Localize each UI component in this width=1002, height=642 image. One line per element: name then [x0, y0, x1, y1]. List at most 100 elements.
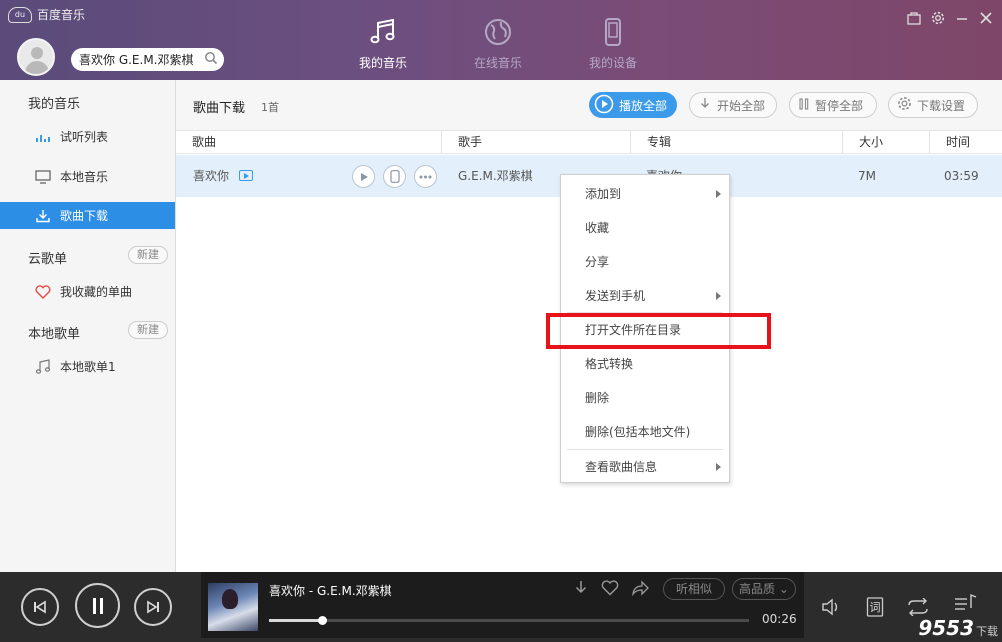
chevron-down-icon: ⌄	[778, 582, 789, 596]
watermark-main: 9553	[918, 616, 974, 640]
elapsed-time: 00:26	[762, 612, 797, 626]
tab-my-music[interactable]: 我的音乐	[343, 16, 423, 71]
phone-device-icon	[598, 16, 628, 48]
heart-icon	[34, 284, 52, 299]
share-icon[interactable]	[631, 580, 649, 599]
column-time[interactable]: 时间	[930, 131, 1002, 153]
start-all-button[interactable]: 开始全部	[689, 92, 777, 118]
volume-icon[interactable]	[819, 594, 845, 620]
quality-button[interactable]: 高品质 ⌄	[732, 578, 796, 600]
new-cloud-playlist-button[interactable]: 新建	[128, 246, 168, 264]
menu-item-send-to-phone[interactable]: 发送到手机	[561, 279, 729, 313]
music-note-icon	[34, 358, 52, 375]
gear-icon[interactable]	[930, 10, 946, 26]
player-bar: 喜欢你 - G.E.M.邓紫棋 听相似 高品质 ⌄ 00:26 词 9553 下载	[0, 572, 1002, 642]
sidebar-item-label: 试听列表	[60, 130, 109, 144]
pause-button[interactable]	[75, 583, 120, 628]
equalizer-icon	[34, 132, 52, 142]
menu-item-share[interactable]: 分享	[561, 245, 729, 279]
heart-icon[interactable]	[601, 580, 619, 599]
sidebar-item-label: 我收藏的单曲	[60, 285, 133, 299]
now-playing: 喜欢你 - G.E.M.邓紫棋 听相似 高品质 ⌄ 00:26	[201, 572, 804, 638]
menu-item-song-info[interactable]: 查看歌曲信息	[561, 450, 729, 484]
annotation-highlight-box	[546, 313, 771, 349]
song-count: 1首	[261, 101, 279, 114]
menu-item-label: 删除(包括本地文件)	[585, 425, 691, 439]
mv-icon[interactable]	[239, 170, 253, 181]
menu-item-label: 发送到手机	[585, 289, 646, 303]
menu-item-format-convert[interactable]: 格式转换	[561, 347, 729, 381]
tab-label: 在线音乐	[473, 56, 522, 70]
menu-item-delete[interactable]: 删除	[561, 381, 729, 415]
progress-bar[interactable]	[269, 616, 749, 625]
next-button[interactable]	[134, 588, 172, 626]
search-input[interactable]: 喜欢你 G.E.M.邓紫棋	[79, 51, 204, 68]
column-song[interactable]: 歌曲	[176, 131, 442, 153]
globe-icon	[483, 16, 513, 48]
skin-icon[interactable]	[906, 10, 922, 26]
minimize-icon[interactable]	[954, 10, 970, 26]
sidebar-item-local-music[interactable]: 本地音乐	[0, 163, 175, 190]
row-play-button[interactable]	[352, 165, 375, 188]
sidebar: 我的音乐 试听列表 本地音乐 歌曲下载 云歌单 新建 我收藏的单曲 本地歌单 新…	[0, 80, 176, 572]
menu-item-label: 分享	[585, 255, 610, 269]
avatar[interactable]	[17, 38, 55, 76]
previous-button[interactable]	[21, 588, 59, 626]
progress-handle[interactable]	[317, 616, 327, 625]
song-artist[interactable]: G.E.M.邓紫棋	[458, 155, 533, 197]
window-controls	[906, 10, 994, 26]
sidebar-item-downloads[interactable]: 歌曲下载	[0, 202, 175, 229]
music-note-icon	[368, 16, 398, 48]
tab-my-device[interactable]: 我的设备	[573, 16, 653, 71]
song-size: 7M	[858, 169, 876, 183]
close-icon[interactable]	[978, 10, 994, 26]
gear-icon	[897, 96, 912, 114]
search-icon[interactable]	[204, 51, 220, 68]
submenu-arrow-icon	[716, 190, 721, 198]
pause-icon	[798, 97, 810, 114]
sidebar-item-preview-list[interactable]: 试听列表	[0, 123, 175, 150]
now-playing-title: 喜欢你 - G.E.M.邓紫棋	[269, 584, 392, 598]
track-actions	[573, 580, 649, 599]
menu-item-label: 收藏	[585, 221, 610, 235]
play-all-button[interactable]: 播放全部	[589, 92, 677, 118]
lyrics-button[interactable]: 词	[862, 594, 888, 620]
section-local-playlists: 本地歌单	[28, 327, 81, 342]
pause-all-label: 暂停全部	[815, 98, 864, 113]
menu-item-label: 添加到	[585, 187, 622, 201]
download-icon[interactable]	[573, 580, 589, 599]
song-duration: 03:59	[944, 169, 979, 183]
menu-item-favorite[interactable]: 收藏	[561, 211, 729, 245]
content-header: 歌曲下载 1首 播放全部 开始全部 暂停全部 下载设置	[176, 80, 1002, 130]
menu-item-delete-with-file[interactable]: 删除(包括本地文件)	[561, 415, 729, 449]
menu-item-label: 格式转换	[585, 357, 634, 371]
section-cloud-playlists: 云歌单	[28, 252, 68, 267]
start-all-label: 开始全部	[717, 98, 766, 113]
album-cover[interactable]	[208, 583, 258, 631]
play-all-label: 播放全部	[619, 98, 668, 113]
menu-item-add-to[interactable]: 添加到	[561, 177, 729, 211]
search-box[interactable]: 喜欢你 G.E.M.邓紫棋	[71, 48, 224, 71]
sidebar-item-label: 本地歌单1	[60, 360, 116, 374]
page-title: 歌曲下载	[193, 101, 246, 116]
playlist-icon[interactable]	[952, 590, 978, 616]
row-send-to-phone-button[interactable]	[383, 165, 406, 188]
section-my-music: 我的音乐	[28, 97, 81, 112]
sidebar-item-local-playlist-1[interactable]: 本地歌单1	[0, 353, 175, 380]
download-settings-button[interactable]: 下载设置	[888, 92, 978, 118]
similar-button[interactable]: 听相似	[663, 578, 725, 600]
monitor-icon	[34, 169, 52, 184]
menu-item-label: 删除	[585, 391, 610, 405]
column-album[interactable]: 专辑	[631, 131, 843, 153]
column-size[interactable]: 大小	[843, 131, 930, 153]
submenu-arrow-icon	[716, 463, 721, 471]
pause-all-button[interactable]: 暂停全部	[789, 92, 877, 118]
sidebar-item-favorites[interactable]: 我收藏的单曲	[0, 278, 175, 305]
tab-online-music[interactable]: 在线音乐	[458, 16, 538, 71]
tab-label: 我的设备	[588, 56, 637, 70]
column-artist[interactable]: 歌手	[442, 131, 631, 153]
sidebar-item-label: 歌曲下载	[60, 209, 109, 223]
row-more-button[interactable]	[414, 165, 437, 188]
new-local-playlist-button[interactable]: 新建	[128, 321, 168, 339]
tab-label: 我的音乐	[358, 56, 407, 70]
